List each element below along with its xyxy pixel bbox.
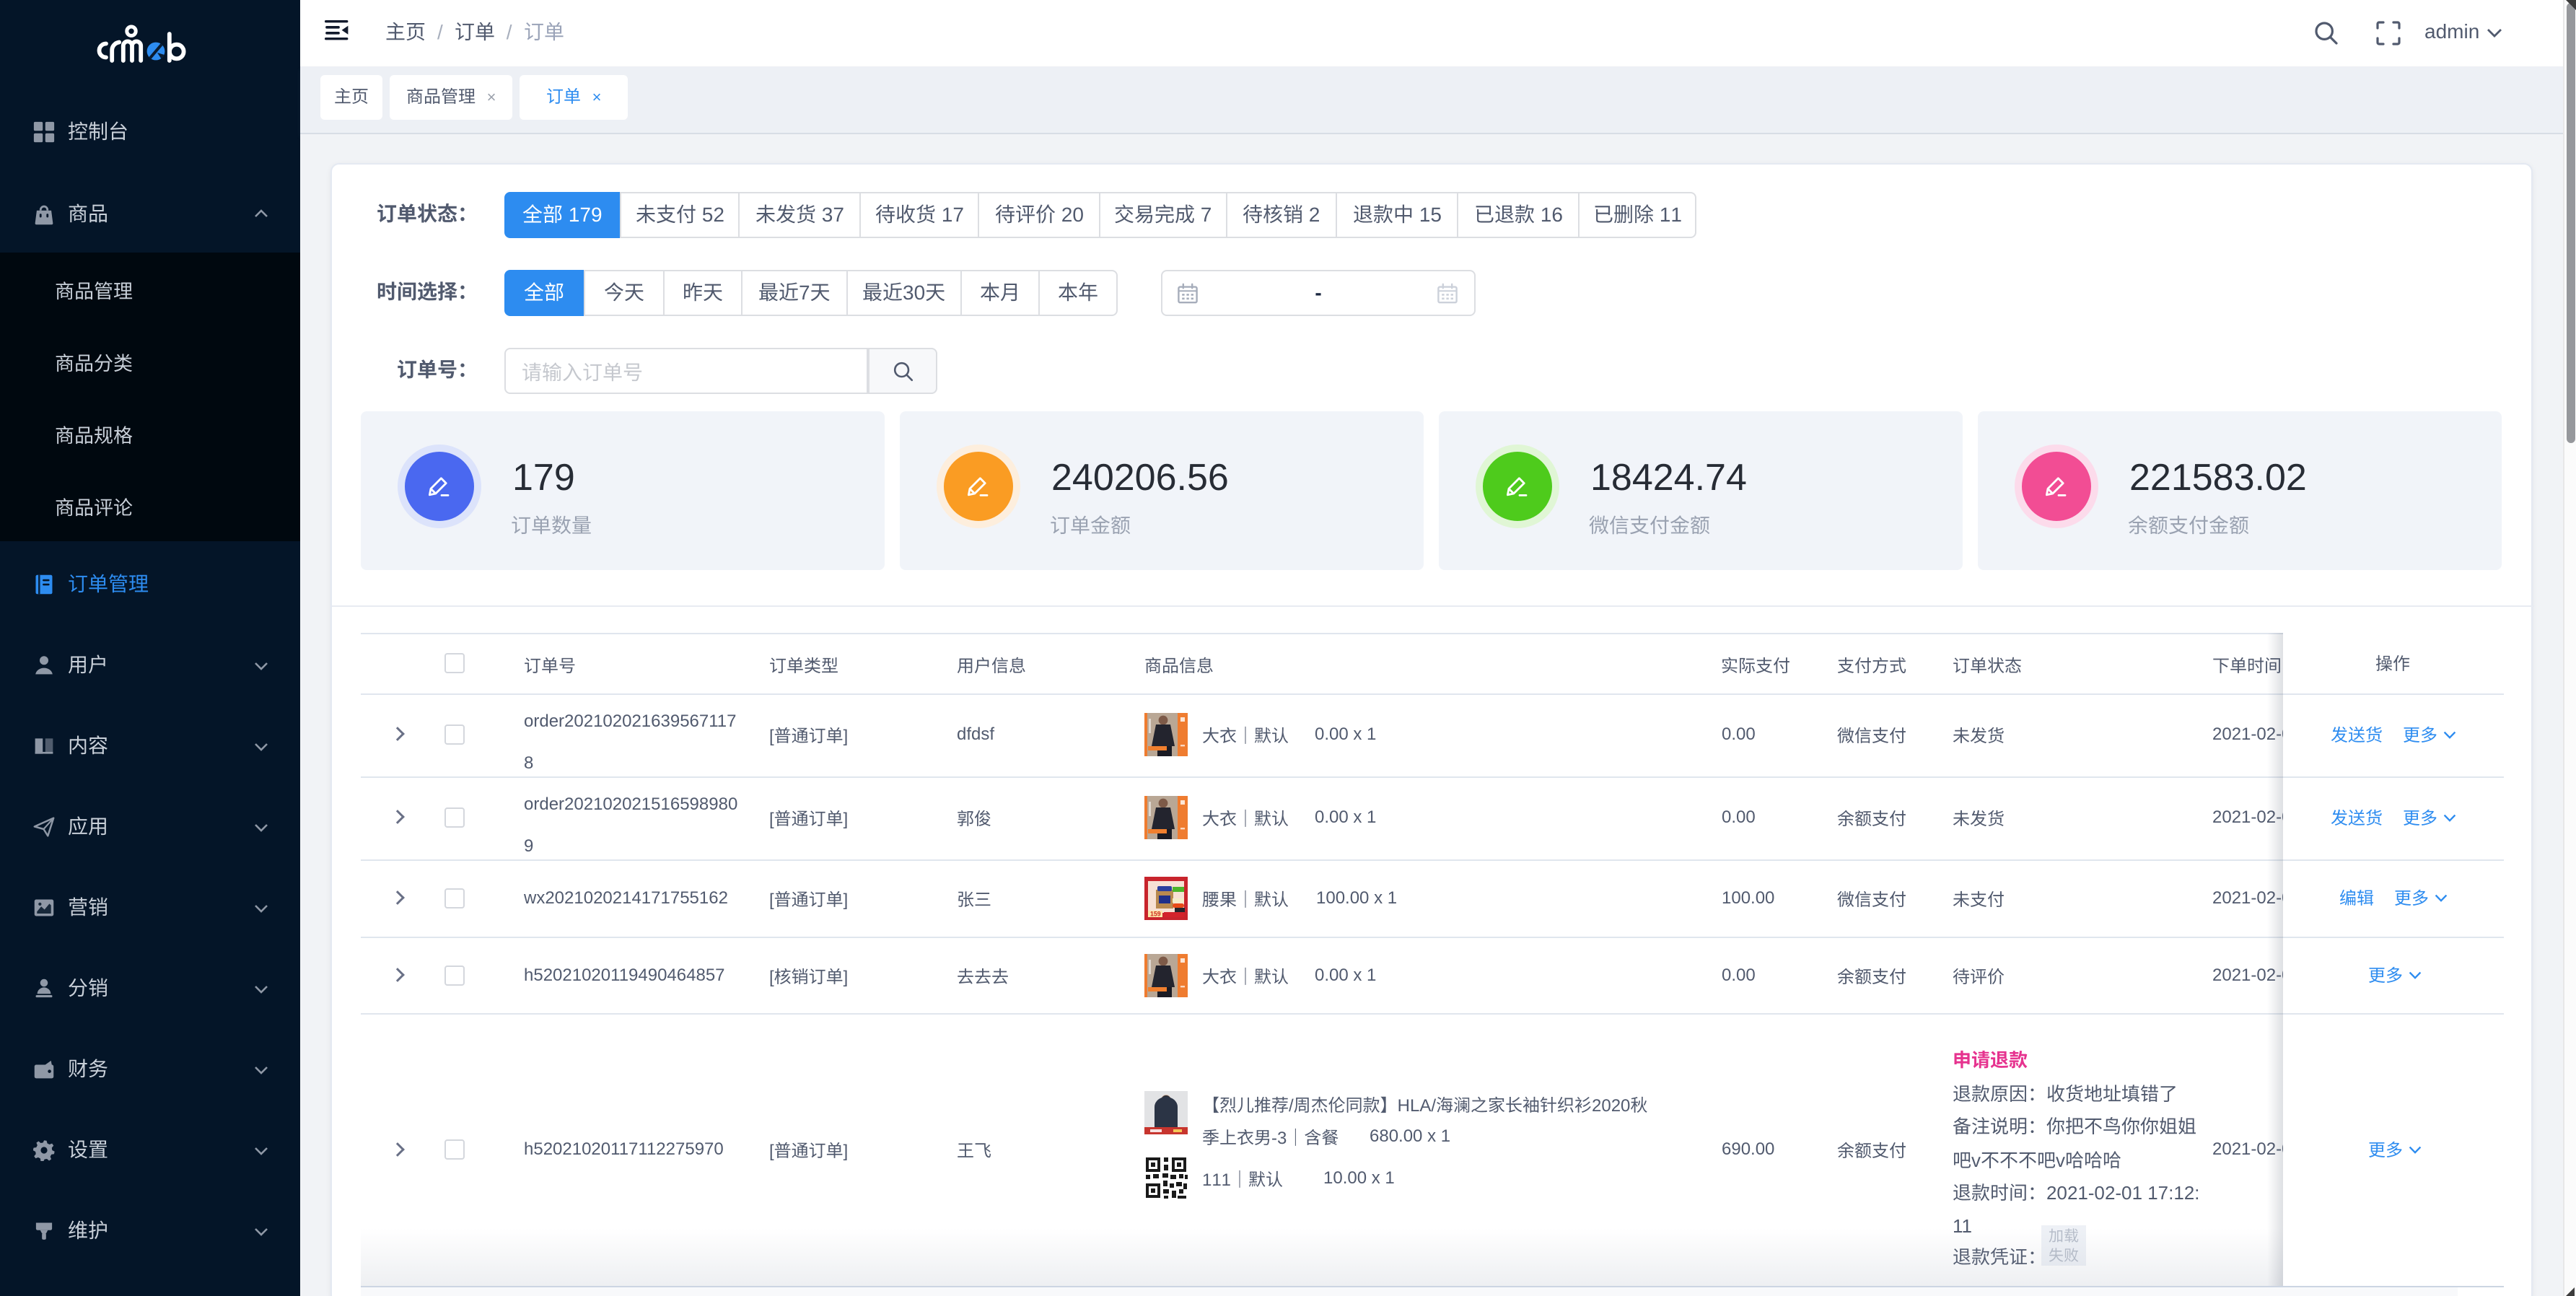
svg-text:159: 159 xyxy=(1150,911,1161,918)
